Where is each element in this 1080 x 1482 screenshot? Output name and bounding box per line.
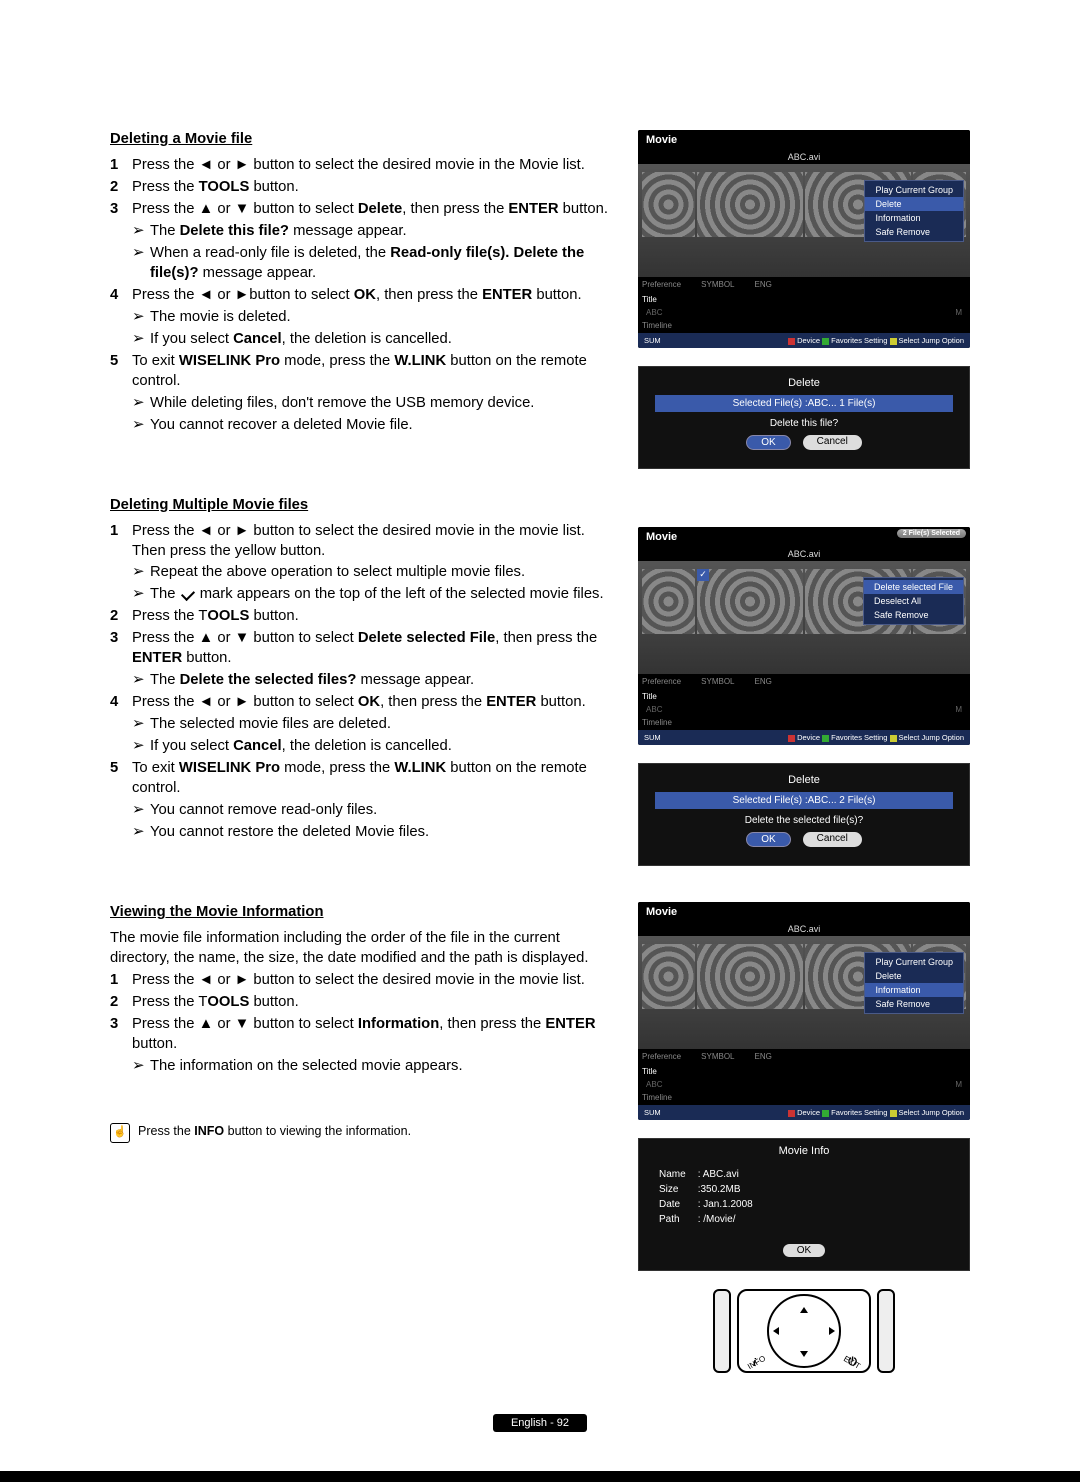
exit-icon: ⏻	[848, 1356, 857, 1369]
info-remote-icon: ☝	[110, 1123, 130, 1143]
ok-button[interactable]: OK	[746, 435, 790, 450]
screenshot-movie-multi: Movie 2 File(s) Selected ABC.avi ✓ Delet…	[638, 527, 970, 745]
section3-steps: 1Press the ◄ or ► button to select the d…	[110, 971, 608, 1077]
context-menu[interactable]: Play Current Group Delete Information Sa…	[864, 952, 964, 1014]
delete-dialog-multi: Delete Selected File(s) :ABC... 2 File(s…	[638, 763, 970, 866]
remote-diagram: INFO EXIT i ⏻	[638, 1289, 970, 1373]
cancel-button[interactable]: Cancel	[803, 435, 862, 450]
section2-title: Deleting Multiple Movie files	[110, 496, 608, 516]
right-column: Movie ABC.avi Play Current Group Delete …	[638, 130, 970, 1373]
manual-page: Deleting a Movie file 1Press the ◄ or ► …	[0, 0, 1080, 1471]
info-note: ☝ Press the INFO button to viewing the i…	[110, 1123, 608, 1143]
section3-intro: The movie file information including the…	[110, 929, 608, 969]
page-number: English - 92	[110, 1413, 970, 1431]
section3-title: Viewing the Movie Information	[110, 903, 608, 923]
screenshot-movie-delete: Movie ABC.avi Play Current Group Delete …	[638, 130, 970, 348]
info-label: INFO	[746, 1354, 767, 1371]
check-icon	[181, 587, 195, 601]
cancel-button[interactable]: Cancel	[803, 832, 862, 847]
context-menu[interactable]: Delete selected File Deselect All Safe R…	[863, 577, 964, 625]
info-icon: i	[753, 1357, 756, 1369]
section1-title: Deleting a Movie file	[110, 130, 608, 150]
dpad-icon	[767, 1294, 841, 1368]
left-column: Deleting a Movie file 1Press the ◄ or ► …	[110, 130, 608, 1373]
movie-info-panel: Movie Info Name: ABC.avi Size:350.2MB Da…	[638, 1138, 970, 1271]
ok-button[interactable]: OK	[746, 832, 790, 847]
ok-button[interactable]: OK	[783, 1244, 825, 1257]
section1-steps: 1Press the ◄ or ► button to select the d…	[110, 156, 608, 436]
delete-dialog-single: Delete Selected File(s) :ABC... 1 File(s…	[638, 366, 970, 469]
section2-steps: 1 Press the ◄ or ► button to select the …	[110, 522, 608, 844]
screenshot-movie-info: Movie ABC.avi Play Current Group Delete …	[638, 902, 970, 1120]
context-menu[interactable]: Play Current Group Delete Information Sa…	[864, 180, 964, 242]
selection-count-pill: 2 File(s) Selected	[897, 529, 966, 538]
check-icon: ✓	[697, 569, 709, 581]
